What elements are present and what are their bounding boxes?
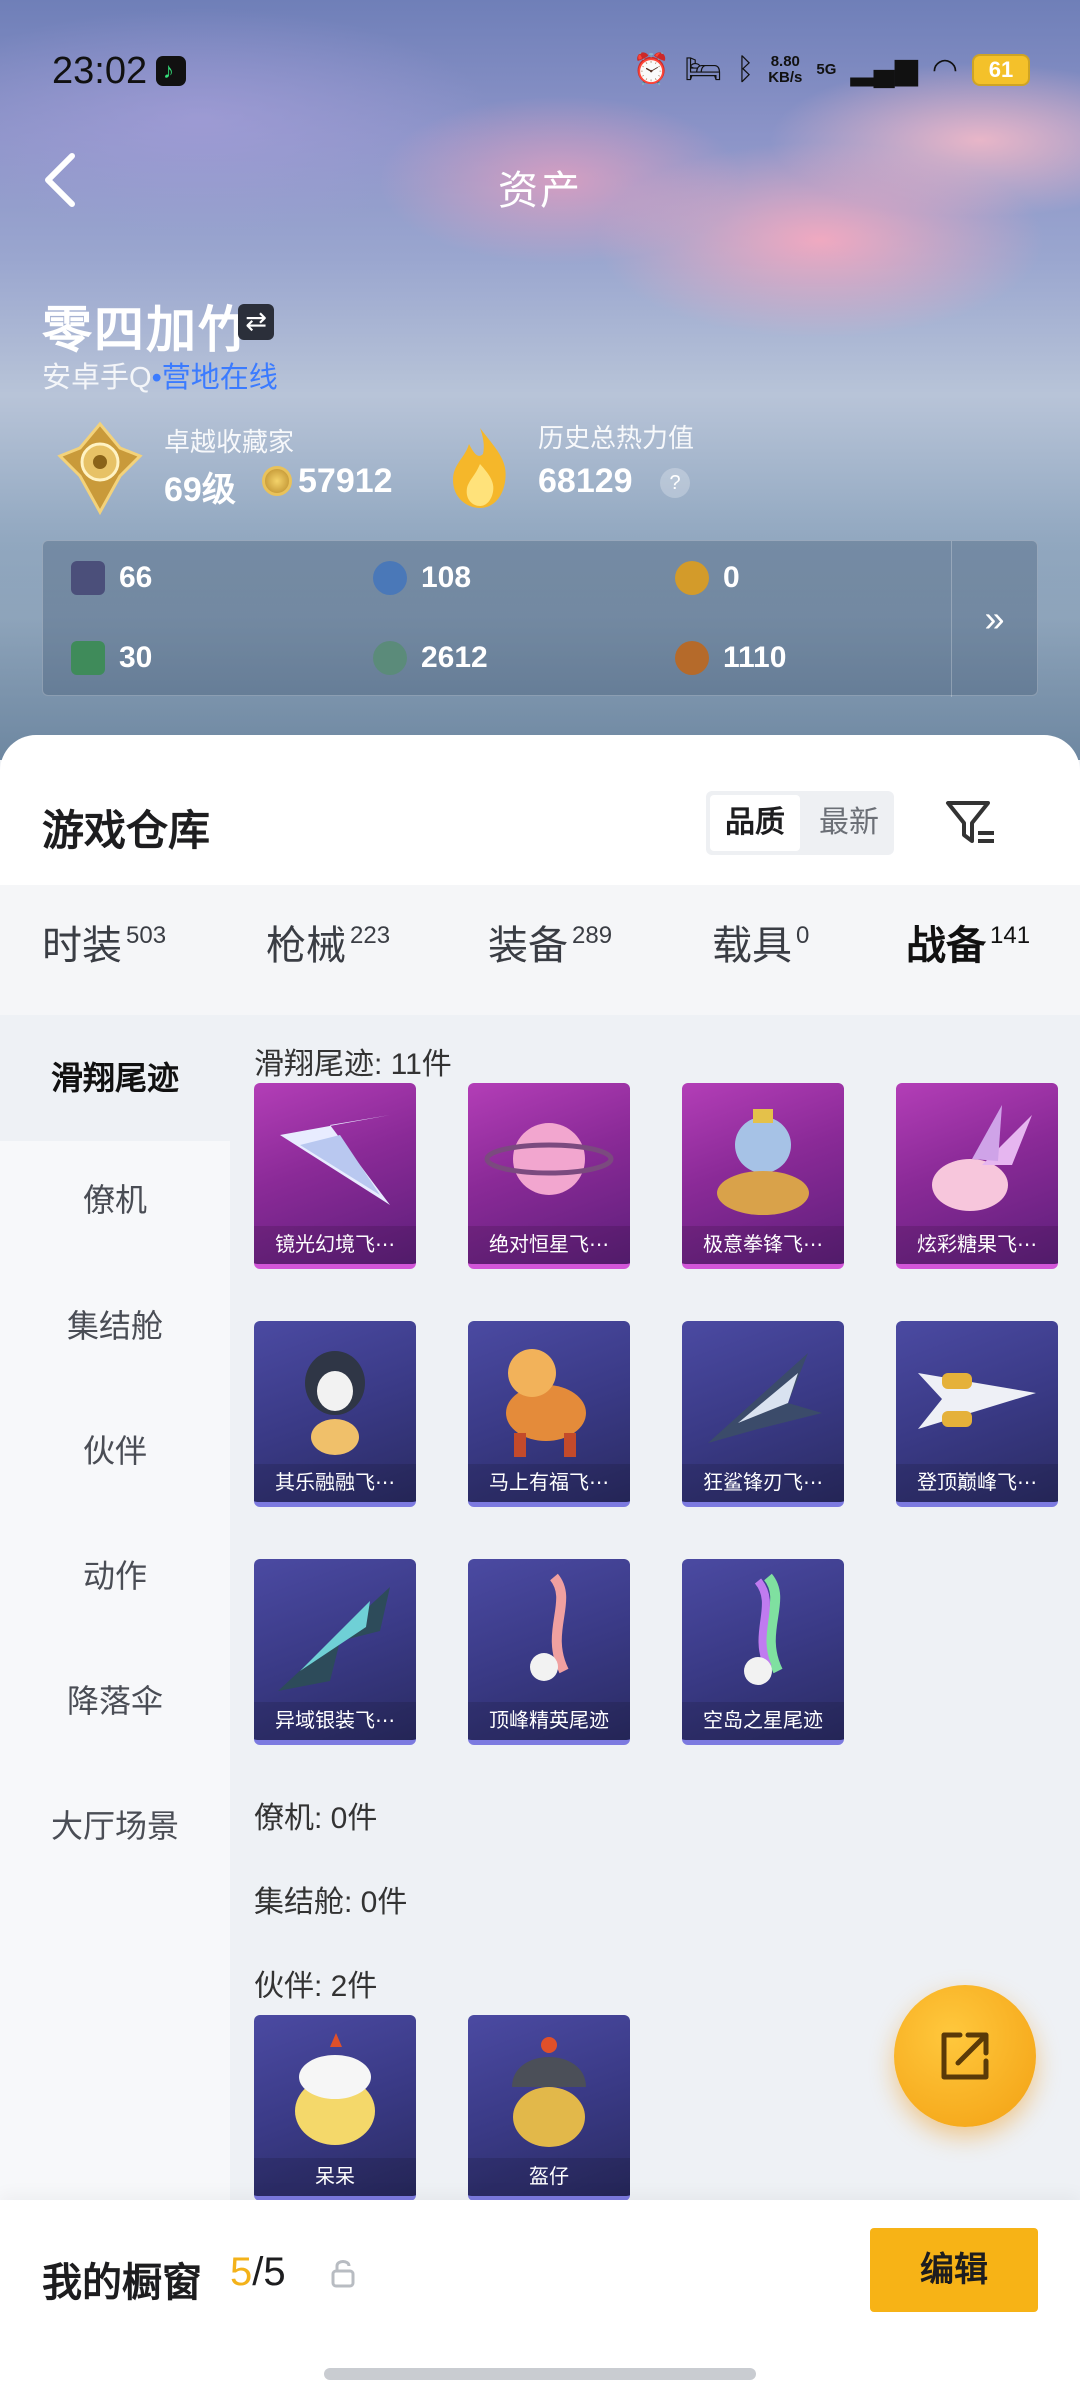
sidebar-item-wingman[interactable]: 僚机 <box>0 1175 230 1221</box>
section-title-partner: 伙伴: 2件 <box>254 1970 378 2003</box>
sort-newest-button[interactable]: 最新 <box>804 791 894 855</box>
share-button[interactable] <box>894 1985 1036 2127</box>
resource-shell-icon <box>675 641 709 675</box>
resource-item: 30 <box>71 641 152 675</box>
music-app-icon <box>156 56 186 86</box>
sort-toggle: 品质 最新 <box>706 791 894 855</box>
account-info: 安卓手Q•营地在线 <box>42 354 278 396</box>
item-card[interactable]: 其乐融融飞⋯ <box>254 1321 416 1507</box>
resource-coin-icon <box>373 561 407 595</box>
elite-trail-icon <box>530 1573 569 1681</box>
network-type: 5G <box>816 60 837 78</box>
planet-glider-icon <box>484 1123 614 1195</box>
item-card[interactable]: 炫彩糖果飞⋯ <box>896 1083 1058 1269</box>
resource-item: 1110 <box>675 641 786 675</box>
section-title-glide-trail: 滑翔尾迹: 11件 <box>254 1048 452 1081</box>
tab-battle-gear[interactable]: 战备 141 <box>906 913 1030 971</box>
sidebar-item-glide-trail[interactable]: 滑翔尾迹 <box>0 1015 230 1141</box>
tab-weapons[interactable]: 枪械 223 <box>266 913 390 971</box>
fire-icon <box>453 428 506 508</box>
item-card[interactable]: 登顶巅峰飞⋯ <box>896 1321 1058 1507</box>
resources-panel: 66 108 0 30 2612 1110 » <box>42 540 1038 697</box>
platform-label: 安卓手Q <box>42 362 152 394</box>
item-card[interactable]: 马上有福飞⋯ <box>468 1321 630 1507</box>
section-title-wingman: 僚机: 0件 <box>254 1802 378 1835</box>
item-card[interactable]: 镜光幻境飞⋯ <box>254 1083 416 1269</box>
sidebar-item-lobby-scene[interactable]: 大厅场景 <box>0 1801 230 1847</box>
item-card[interactable]: 盔仔 <box>468 2015 630 2201</box>
lock-icon <box>331 2260 355 2288</box>
collector-label: 卓越收藏家 <box>164 427 295 457</box>
sidebar-item-parachute[interactable]: 降落伞 <box>0 1676 230 1722</box>
showcase-title: 我的橱窗 <box>42 2261 202 2305</box>
status-time: 23:02 <box>52 50 148 92</box>
resource-medal-icon <box>675 561 709 595</box>
resource-item: 2612 <box>373 641 488 675</box>
helmet-partner-icon <box>512 2037 586 2147</box>
username: 零四加竹 <box>42 302 250 358</box>
signal-icon: ▂▄▆ <box>850 53 918 86</box>
chick-partner-icon <box>295 2033 375 2145</box>
heat-label: 历史总热力值 <box>538 423 695 453</box>
collector-level: 69级 <box>164 471 236 509</box>
wifi-icon: ◠ <box>931 53 958 86</box>
sort-quality-button[interactable]: 品质 <box>710 795 800 851</box>
item-card[interactable]: 空岛之星尾迹 <box>682 1559 844 1745</box>
bluetooth-icon: ᛒ <box>736 52 755 86</box>
silver-wing-glider-icon <box>278 1587 390 1691</box>
bed-icon: 🛏 <box>684 53 723 86</box>
item-card[interactable]: 狂鲨锋刃飞⋯ <box>682 1321 844 1507</box>
item-card[interactable]: 极意拳锋飞⋯ <box>682 1083 844 1269</box>
edit-button[interactable]: 编辑 <box>870 2228 1038 2312</box>
home-indicator[interactable] <box>324 2368 756 2380</box>
sidebar-item-capsule[interactable]: 集结舱 <box>0 1301 230 1347</box>
filter-icon[interactable] <box>942 795 998 851</box>
battery-icon: 61 <box>972 53 1030 86</box>
points-coin-icon <box>262 466 292 496</box>
switch-account-icon[interactable]: ⇄ <box>238 304 274 340</box>
resource-item: 0 <box>675 561 740 595</box>
sky-island-trail-icon <box>744 1573 783 1685</box>
shark-glider-icon <box>708 1353 822 1443</box>
candy-glider-icon <box>932 1105 1032 1211</box>
jet-glider-icon <box>918 1373 1036 1429</box>
resource-item: 66 <box>71 561 152 595</box>
resource-orb-icon <box>373 641 407 675</box>
showcase-bar: 我的橱窗 5/5 编辑 <box>0 2200 1080 2400</box>
horse-glider-icon <box>506 1349 586 1457</box>
collector-points: 57912 <box>298 462 393 500</box>
section-title-capsule: 集结舱: 0件 <box>254 1886 408 1919</box>
item-card[interactable]: 绝对恒星飞⋯ <box>468 1083 630 1269</box>
tab-vehicles[interactable]: 载具 0 <box>712 913 809 971</box>
help-icon[interactable]: ? <box>660 468 690 498</box>
share-icon <box>941 2032 989 2080</box>
penguin-glider-icon <box>305 1351 365 1455</box>
alarm-icon: ⏰ <box>632 53 671 86</box>
sidebar-item-emote[interactable]: 动作 <box>0 1551 230 1597</box>
boxing-glider-icon <box>717 1109 809 1215</box>
resource-item: 108 <box>373 561 471 595</box>
resources-more-button[interactable]: » <box>951 541 1037 697</box>
net-speed: 8.80 KB/s <box>768 52 803 86</box>
subcategory-sidebar: 滑翔尾迹 僚机 集结舱 伙伴 动作 降落伞 大厅场景 <box>0 1015 230 2215</box>
category-tabs: 时装 503 枪械 223 装备 289 载具 0 战备 141 <box>0 885 1080 1141</box>
heat-value: 68129 <box>538 462 633 500</box>
warehouse-sheet: 游戏仓库 品质 最新 时装 503 枪械 223 装备 289 载具 0 战备 141 滑… <box>0 735 1080 2400</box>
resource-card-icon <box>71 561 105 595</box>
tab-equipment[interactable]: 装备 289 <box>488 913 612 971</box>
collector-medal-icon <box>57 421 143 516</box>
status-bar: 23:02 ⏰ 🛏 ᛒ 8.80KB/s 5G ▂▄▆ ◠ 61 <box>0 0 1080 140</box>
item-card[interactable]: 异域银装飞⋯ <box>254 1559 416 1745</box>
showcase-count: 5/5 <box>230 2250 286 2294</box>
item-card[interactable]: 呆呆 <box>254 2015 416 2201</box>
warehouse-title: 游戏仓库 <box>42 807 211 854</box>
item-card[interactable]: 顶峰精英尾迹 <box>468 1559 630 1745</box>
wing-glider-icon <box>280 1115 390 1205</box>
online-status[interactable]: •营地在线 <box>152 362 278 394</box>
resource-ticket-icon <box>71 641 105 675</box>
page-title: 资产 <box>498 169 582 213</box>
tab-fashion[interactable]: 时装 503 <box>42 913 166 971</box>
sidebar-item-partner[interactable]: 伙伴 <box>0 1426 230 1472</box>
